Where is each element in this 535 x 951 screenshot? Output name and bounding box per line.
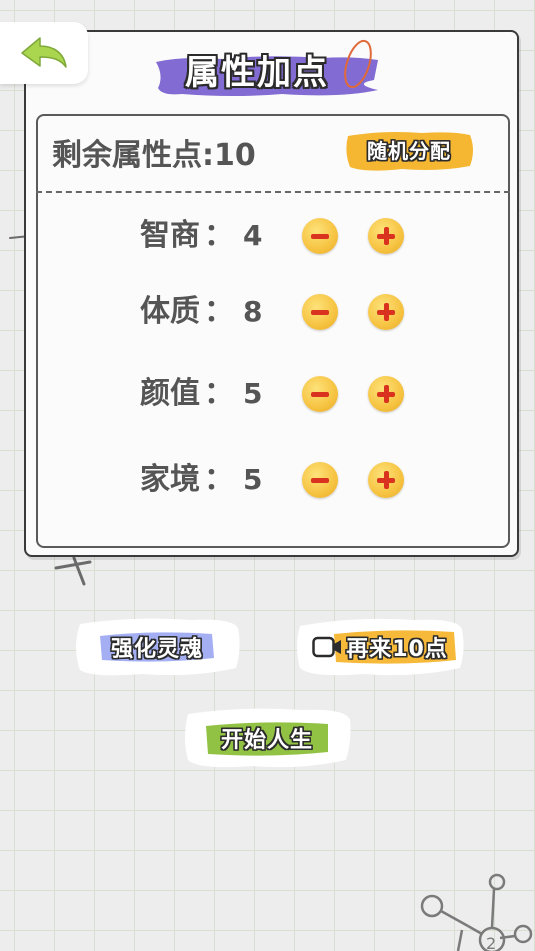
remaining-points-text: 剩余属性点: xyxy=(52,138,214,173)
intelligence-plus-button[interactable] xyxy=(368,218,404,254)
minus-icon xyxy=(311,392,329,397)
video-ad-icon xyxy=(312,636,342,658)
minus-icon xyxy=(311,310,329,315)
ten-more-label: 再来10点 xyxy=(346,637,448,662)
enhance-soul-label: 强化灵魂 xyxy=(110,637,203,662)
attribute-value: 5 xyxy=(243,463,263,496)
back-arrow-icon xyxy=(21,37,67,68)
dashed-divider xyxy=(36,191,510,193)
corner-molecule-doodle: 2 xyxy=(420,873,533,951)
family-background-minus-button[interactable] xyxy=(302,462,338,498)
enhance-soul-button[interactable]: 强化灵魂 xyxy=(72,614,242,680)
remaining-points-label: 剩余属性点:10 xyxy=(52,130,256,174)
family-background-plus-button[interactable] xyxy=(368,462,404,498)
start-life-button[interactable]: 开始人生 xyxy=(182,704,352,772)
attribute-value: 8 xyxy=(243,295,263,328)
minus-icon xyxy=(311,234,329,239)
remaining-points-value: 10 xyxy=(214,138,256,173)
attribute-row-intelligence: 智商 ： 4 xyxy=(0,214,535,258)
attribute-colon: ： xyxy=(204,218,234,253)
attribute-colon: ： xyxy=(204,462,234,497)
svg-text:2: 2 xyxy=(486,934,496,951)
constitution-plus-button[interactable] xyxy=(368,294,404,330)
ten-more-label-wrap: 再来10点 xyxy=(294,614,466,680)
attribute-row-family-background: 家境 ： 5 xyxy=(0,458,535,502)
random-allocate-button[interactable]: 随机分配 xyxy=(342,128,476,174)
attribute-name: 智商 xyxy=(140,218,200,253)
back-button[interactable] xyxy=(0,22,88,84)
appearance-minus-button[interactable] xyxy=(302,376,338,412)
attribute-colon: ： xyxy=(204,376,234,411)
attribute-value: 5 xyxy=(243,377,263,410)
page-title-banner: 属性加点 xyxy=(152,39,384,102)
attribute-name: 颜值 xyxy=(140,376,200,411)
start-life-label: 开始人生 xyxy=(220,728,313,753)
attribute-name: 体质 xyxy=(140,294,200,329)
attribute-row-appearance: 颜值 ： 5 xyxy=(0,372,535,416)
attribute-name: 家境 xyxy=(140,462,200,497)
attribute-colon: ： xyxy=(204,294,234,329)
constitution-minus-button[interactable] xyxy=(302,294,338,330)
attribute-value: 4 xyxy=(243,219,263,252)
minus-icon xyxy=(311,478,329,483)
attribute-row-constitution: 体质 ： 8 xyxy=(0,290,535,334)
appearance-plus-button[interactable] xyxy=(368,376,404,412)
ten-more-points-button[interactable]: 再来10点 xyxy=(294,614,466,680)
random-allocate-label: 随机分配 xyxy=(367,139,451,163)
intelligence-minus-button[interactable] xyxy=(302,218,338,254)
page-title: 属性加点 xyxy=(185,53,329,93)
